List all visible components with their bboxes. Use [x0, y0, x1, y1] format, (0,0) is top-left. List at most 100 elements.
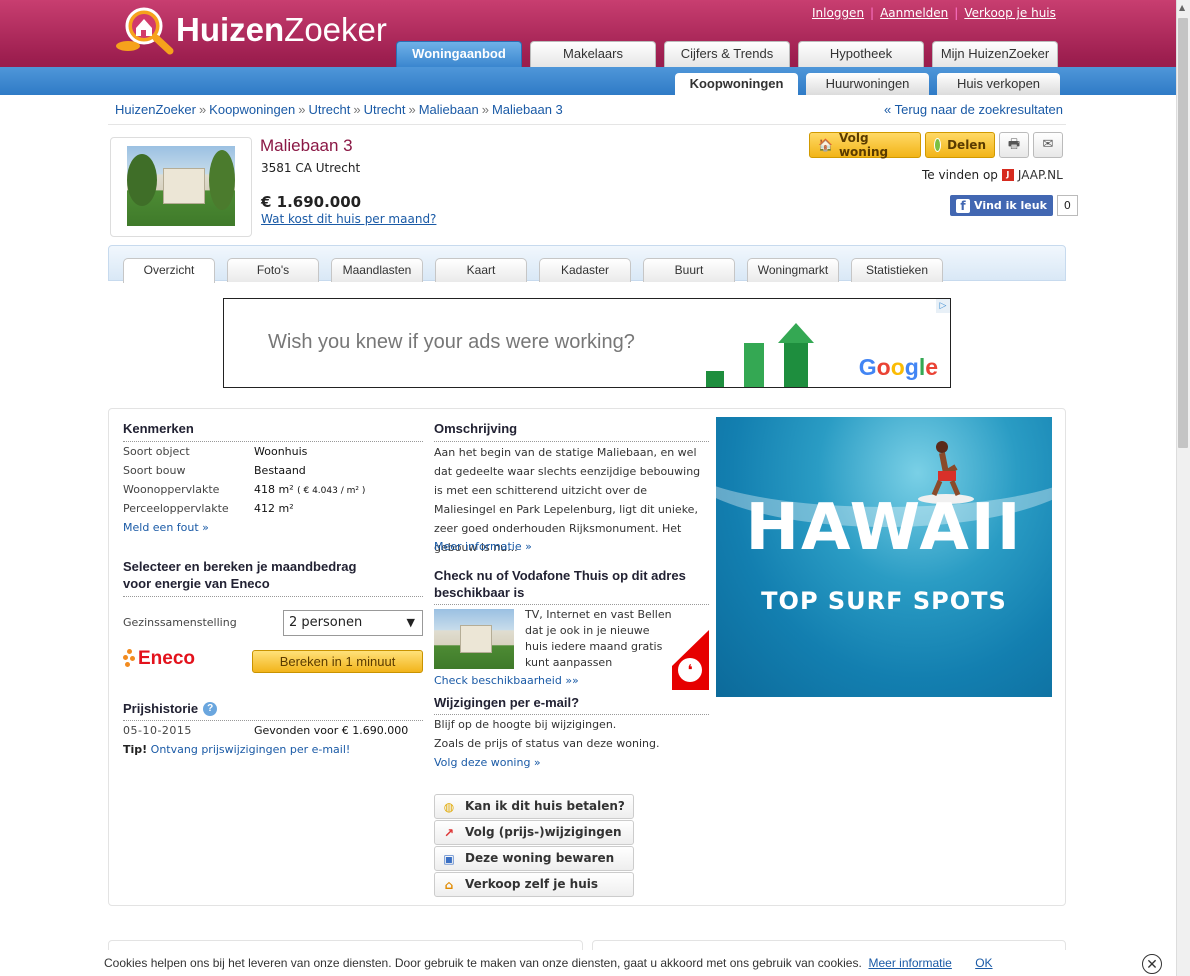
tab-fotos[interactable]: Foto's	[227, 258, 319, 282]
scroll-up-icon[interactable]: ▲	[1179, 3, 1185, 12]
monthly-cost-link[interactable]: Wat kost dit huis per maand?	[261, 212, 436, 226]
calculate-button[interactable]: Bereken in 1 minuut	[252, 650, 423, 673]
follow-house-link[interactable]: Volg deze woning »	[434, 756, 541, 769]
kenmerk-label: Soort bouw	[123, 464, 186, 477]
energy-heading-line: Selecteer en bereken je maandbedrag	[123, 559, 357, 574]
cookie-more-info-link[interactable]: Meer informatie	[868, 956, 951, 970]
print-button[interactable]: 🖶	[999, 132, 1029, 158]
save-house-button[interactable]: ▣ Deze woning bewaren	[434, 846, 634, 871]
scrollbar-thumb[interactable]	[1178, 18, 1188, 448]
jaap-icon: J	[1001, 169, 1014, 181]
tab-makelaars[interactable]: Makelaars	[530, 41, 656, 67]
tab-cijfers-trends[interactable]: Cijfers & Trends	[664, 41, 790, 67]
follow-changes-label: Volg (prijs-)wijzigingen	[465, 825, 622, 839]
tab-woningmarkt[interactable]: Woningmarkt	[747, 258, 839, 282]
dropdown-arrow-icon: ▼	[406, 616, 415, 629]
more-info-link[interactable]: Meer informatie »	[434, 540, 532, 553]
logo[interactable]: HuizenZoeker	[114, 6, 387, 55]
growth-chart-icon	[706, 323, 814, 387]
close-icon[interactable]: ✕	[1142, 954, 1162, 974]
tab-overzicht[interactable]: Overzicht	[123, 258, 215, 283]
tab-mijn-huizenzoeker[interactable]: Mijn HuizenZoeker	[932, 41, 1058, 67]
tab-kadaster[interactable]: Kadaster	[539, 258, 631, 282]
divider	[123, 720, 423, 721]
listing-photo[interactable]	[110, 137, 252, 237]
kenmerk-label: Perceeloppervlakte	[123, 502, 229, 515]
cookie-bar: Cookies helpen ons bij het leveren van o…	[0, 950, 1176, 976]
follow-house-button[interactable]: 🏠 Volg woning	[809, 131, 921, 159]
hawaii-ad[interactable]: HAWAII TOP SURF SPOTS	[716, 417, 1052, 697]
login-link[interactable]: Inloggen	[812, 6, 864, 20]
household-value: 2 personen	[289, 615, 363, 630]
listing-address: 3581 CA Utrecht	[261, 161, 361, 175]
follow-changes-button[interactable]: ↗ Volg (prijs-)wijzigingen	[434, 820, 634, 845]
sell-yourself-button[interactable]: ⌂ Verkoop zelf je huis	[434, 872, 634, 897]
logo-text: HuizenZoeker	[176, 11, 387, 48]
detail-tabs: Overzicht Foto's Maandlasten Kaart Kadas…	[108, 245, 1066, 283]
cookie-message: Cookies helpen ons bij het leveren van o…	[104, 956, 862, 970]
price-alert-link[interactable]: Ontvang prijswijzigingen per e-mail!	[151, 743, 351, 756]
tab-woningaanbod[interactable]: Woningaanbod	[396, 41, 522, 67]
price-history-heading: Prijshistorie?	[123, 701, 218, 716]
email-alerts-text: Blijf op de hoogte bij wijzigingen.	[434, 718, 617, 731]
breadcrumb-item[interactable]: Maliebaan	[419, 102, 479, 117]
main-nav: Woningaanbod Makelaars Cijfers & Trends …	[396, 41, 1058, 67]
divider	[434, 714, 709, 715]
email-button[interactable]: ✉	[1033, 132, 1063, 158]
facebook-like-label: Vind ik leuk	[974, 199, 1047, 212]
tab-koopwoningen[interactable]: Koopwoningen	[675, 73, 798, 95]
google-letter: g	[904, 354, 919, 380]
tip-label: Tip!	[123, 743, 148, 756]
breadcrumb-item[interactable]: Koopwoningen	[209, 102, 295, 117]
breadcrumb-item[interactable]: Utrecht	[308, 102, 350, 117]
kenmerk-value: Woonhuis	[254, 445, 308, 458]
breadcrumb: HuizenZoeker» Koopwoningen» Utrecht» Utrech…	[115, 102, 563, 117]
kenmerk-value-main: 418 m²	[254, 483, 294, 496]
breadcrumb-item[interactable]: HuizenZoeker	[115, 102, 196, 117]
sell-house-link[interactable]: Verkoop je huis	[964, 6, 1056, 20]
eneco-logo: Eneco	[123, 648, 195, 670]
breadcrumb-item[interactable]: Utrecht	[364, 102, 406, 117]
found-on-label: Te vinden op	[922, 168, 998, 182]
afford-house-button[interactable]: ◍ Kan ik dit huis betalen?	[434, 794, 634, 819]
register-link[interactable]: Aanmelden	[880, 6, 948, 20]
google-letter: e	[925, 354, 938, 380]
printer-icon: 🖶	[1007, 137, 1021, 152]
breadcrumb-item[interactable]: Maliebaan 3	[492, 102, 563, 117]
tab-hypotheek[interactable]: Hypotheek	[798, 41, 924, 67]
email-alerts-text: Zoals de prijs of status van deze woning…	[434, 737, 660, 750]
household-label: Gezinssamenstelling	[123, 616, 237, 629]
google-letter: o	[876, 354, 891, 380]
jaap-link[interactable]: JAAP.NL	[1018, 168, 1063, 182]
check-availability-link[interactable]: Check beschikbaarheid »»	[434, 674, 579, 687]
sell-yourself-label: Verkoop zelf je huis	[465, 877, 599, 891]
found-on: Te vinden op J JAAP.NL	[922, 168, 1063, 182]
cookie-ok-link[interactable]: OK	[975, 956, 992, 970]
vodafone-house-photo	[434, 609, 514, 669]
tab-statistieken[interactable]: Statistieken	[851, 258, 943, 282]
vodafone-icon: ❛	[678, 658, 702, 682]
adchoices-icon[interactable]: ▷	[936, 299, 950, 313]
tab-huurwoningen[interactable]: Huurwoningen	[806, 73, 929, 95]
google-ad-banner[interactable]: Wish you knew if your ads were working? …	[223, 298, 951, 388]
tab-buurt[interactable]: Buurt	[643, 258, 735, 282]
tab-maandlasten[interactable]: Maandlasten	[331, 258, 423, 282]
share-button[interactable]: Delen	[925, 132, 995, 158]
house-photo	[127, 146, 235, 226]
facebook-like-button[interactable]: f Vind ik leuk	[950, 195, 1053, 216]
hawaii-subtitle: TOP SURF SPOTS	[761, 587, 1007, 615]
facebook-icon: f	[956, 198, 970, 213]
listing-price: € 1.690.000	[261, 193, 362, 211]
tab-kaart[interactable]: Kaart	[435, 258, 527, 282]
back-to-results-link[interactable]: « Terug naar de zoekresultaten	[884, 102, 1063, 117]
house-magnifier-icon	[114, 6, 174, 55]
divider	[434, 441, 709, 442]
tab-huis-verkopen[interactable]: Huis verkopen	[937, 73, 1060, 95]
google-logo: Google	[859, 354, 938, 381]
tip: Tip! Ontvang prijswijzigingen per e-mail…	[123, 743, 350, 756]
help-icon[interactable]: ?	[203, 701, 218, 716]
facebook-like: f Vind ik leuk 0	[950, 195, 1078, 216]
report-error-link[interactable]: Meld een fout »	[123, 521, 209, 534]
price-per-m2: ( € 4.043 / m² )	[297, 486, 366, 496]
household-select[interactable]: 2 personen ▼	[283, 610, 423, 636]
